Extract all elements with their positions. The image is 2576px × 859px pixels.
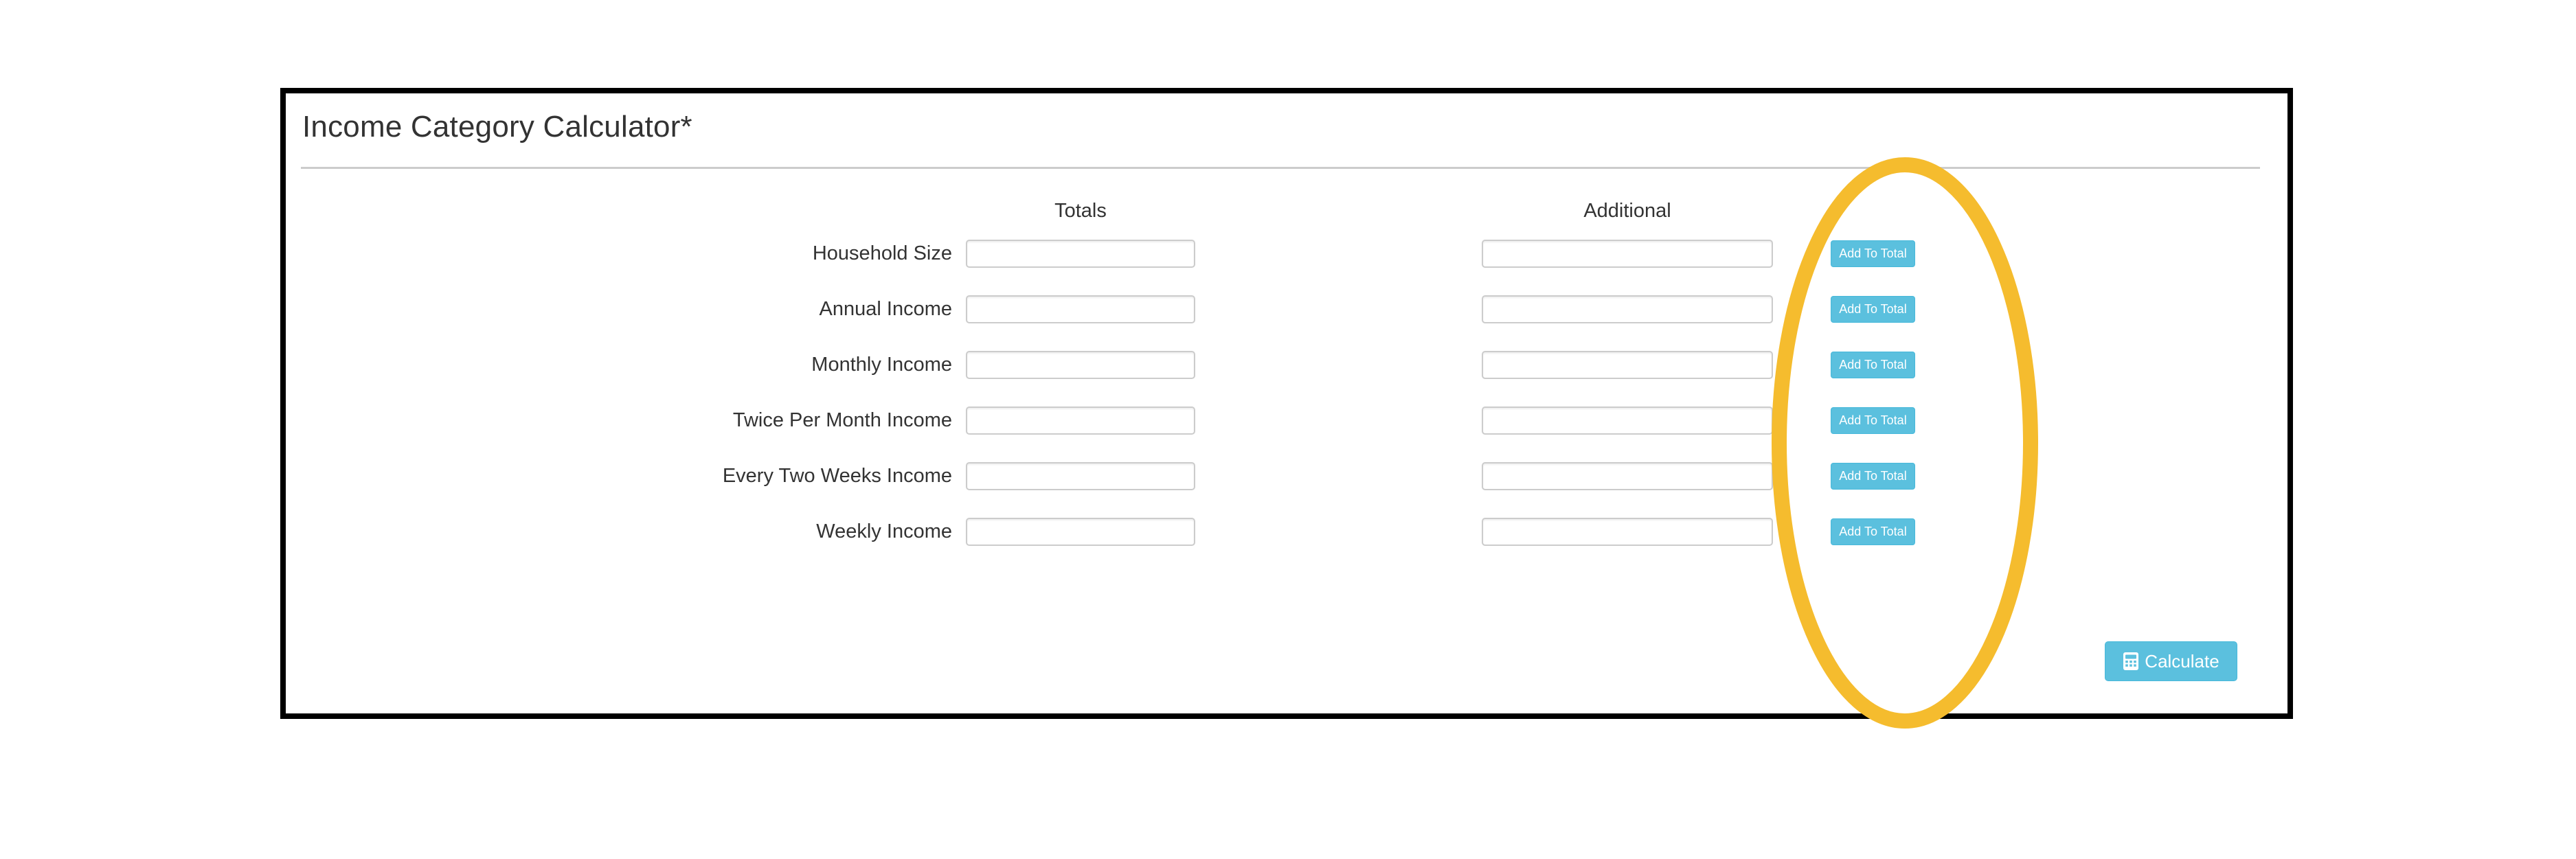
row-label: Household Size [812,242,952,264]
row-label: Weekly Income [816,520,952,542]
column-header-totals: Totals [1054,200,1107,222]
row-label: Annual Income [819,298,952,320]
income-category-calculator-card: Income Category Calculator* Totals Addit… [286,93,2287,719]
add-to-total-button[interactable]: Add To Total [1831,407,1915,434]
additional-input[interactable] [1482,240,1773,268]
additional-input[interactable] [1482,295,1773,323]
totals-input[interactable] [966,351,1195,379]
add-to-total-button[interactable]: Add To Total [1831,240,1915,267]
additional-input[interactable] [1482,406,1773,435]
add-to-total-button[interactable]: Add To Total [1831,352,1915,378]
calculator-row: Annual Income Add To Total [286,295,2287,323]
column-header-additional: Additional [1583,200,1671,222]
add-to-total-button[interactable]: Add To Total [1831,518,1915,545]
row-label: Every Two Weeks Income [722,465,952,487]
row-label: Twice Per Month Income [732,409,952,431]
totals-input[interactable] [966,518,1195,546]
additional-input[interactable] [1482,351,1773,379]
totals-input[interactable] [966,406,1195,435]
calculator-row: Twice Per Month Income Add To Total [286,406,2287,435]
add-to-total-button[interactable]: Add To Total [1831,463,1915,490]
title-divider [301,167,2260,169]
additional-input[interactable] [1482,462,1773,490]
screenshot-stage: Income Category Calculator* Totals Addit… [0,0,2576,859]
calculator-row: Monthly Income Add To Total [286,351,2287,379]
additional-input[interactable] [1482,518,1773,546]
calculate-button[interactable]: Calculate [2105,641,2237,681]
clipped-footnote-text [302,707,2267,719]
page-title: Income Category Calculator* [302,110,692,144]
row-label: Monthly Income [811,354,952,376]
add-to-total-button[interactable]: Add To Total [1831,296,1915,323]
calculator-row: Every Two Weeks Income Add To Total [286,462,2287,490]
calculate-button-label: Calculate [2145,650,2219,672]
calculator-row: Household Size Add To Total [286,240,2287,268]
calculator-icon [2123,652,2139,671]
totals-input[interactable] [966,240,1195,268]
totals-input[interactable] [966,295,1195,323]
calculator-row: Weekly Income Add To Total [286,518,2287,546]
totals-input[interactable] [966,462,1195,490]
